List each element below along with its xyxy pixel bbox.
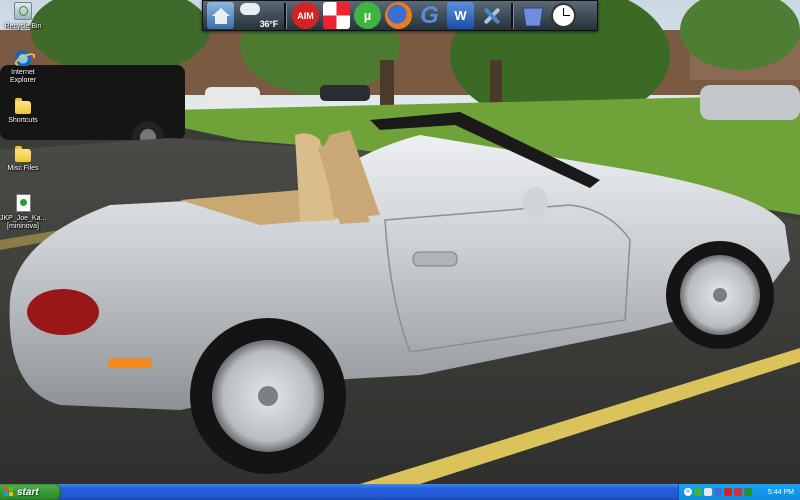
shield-tray-icon[interactable] xyxy=(744,488,752,496)
home-icon[interactable] xyxy=(207,2,234,29)
system-tray: « 5:44 PM xyxy=(678,484,800,500)
taskbar: start « 5:44 PM xyxy=(0,484,800,500)
recycle-bin-icon[interactable] xyxy=(519,2,546,29)
torrent-file-icon xyxy=(15,194,31,212)
wallpaper-photo xyxy=(0,0,800,484)
start-label: start xyxy=(17,486,39,498)
google-label: G xyxy=(420,1,439,29)
windows-logo-icon xyxy=(4,487,14,497)
tray-expand-button[interactable]: « xyxy=(684,488,692,496)
word-label: W xyxy=(454,8,467,23)
firefox-tray-icon[interactable] xyxy=(714,488,722,496)
weather-icon[interactable]: 36°F xyxy=(238,2,278,29)
desktop-icon-recycle-bin[interactable]: Recycle Bin xyxy=(0,2,46,31)
desktop-icon-label: Internet Explorer xyxy=(9,69,37,84)
start-button[interactable]: start xyxy=(0,484,61,500)
aim-label: AIM xyxy=(297,10,314,21)
tools-icon[interactable] xyxy=(478,2,505,29)
desktop-icon-torrent-file[interactable]: JKP_Joe_Ka... [mininova] xyxy=(0,194,46,231)
utorrent-label: µ xyxy=(363,8,372,23)
aim-icon[interactable]: AIM xyxy=(292,2,319,29)
desktop-icon-label: Recycle Bin xyxy=(4,23,42,30)
desktop-icon-internet-explorer[interactable]: Internet Explorer xyxy=(0,50,46,85)
aim-tray-icon[interactable] xyxy=(724,488,732,496)
word-icon[interactable]: W xyxy=(447,2,474,29)
desktop-icon-shortcuts[interactable]: Shortcuts xyxy=(0,98,46,125)
desktop-wallpaper xyxy=(0,0,800,484)
utorrent-tray-icon[interactable] xyxy=(694,488,702,496)
desktop-icon-label: Misc Files xyxy=(7,165,39,172)
dock-separator xyxy=(511,2,513,29)
shield-icon[interactable] xyxy=(323,2,350,29)
desktop-icon-label: JKP_Joe_Ka... [mininova] xyxy=(0,215,47,230)
security-tray-icon[interactable] xyxy=(734,488,742,496)
google-icon[interactable]: G xyxy=(416,2,443,29)
weather-temperature: 36°F xyxy=(259,19,279,29)
folder-icon xyxy=(15,146,31,162)
desktop-icon-misc-files[interactable]: Misc Files xyxy=(0,146,46,173)
firefox-icon[interactable] xyxy=(385,2,412,29)
folder-icon xyxy=(15,98,31,114)
quick-launch-dock: 36°F AIM µ G W xyxy=(202,0,598,31)
network-tray-icon[interactable] xyxy=(704,488,712,496)
desktop-icon-label: Shortcuts xyxy=(8,117,38,124)
taskbar-clock[interactable]: 5:44 PM xyxy=(768,489,794,496)
clock-icon[interactable] xyxy=(550,2,577,29)
internet-explorer-icon xyxy=(15,50,31,66)
dock-separator xyxy=(284,2,286,29)
recycle-bin-icon xyxy=(14,2,32,20)
utorrent-icon[interactable]: µ xyxy=(354,2,381,29)
